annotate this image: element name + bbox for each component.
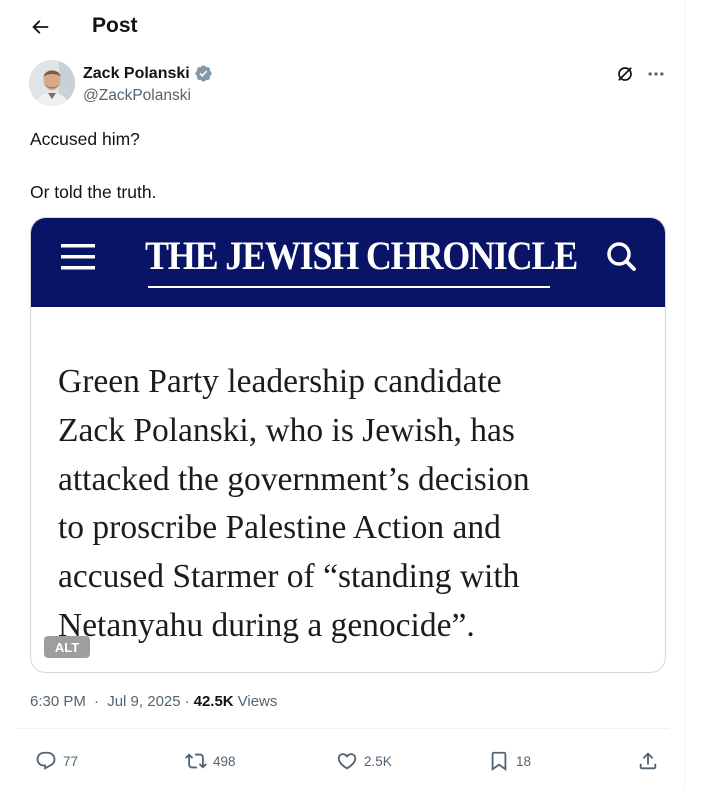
bookmark-count: 18	[516, 753, 532, 769]
post-timestamp[interactable]: 6:30 PM · Jul 9, 2025	[30, 693, 181, 710]
article-line: to proscribe Palestine Action and	[58, 509, 501, 547]
repost-count: 498	[213, 753, 236, 769]
post-date: Jul 9, 2025	[107, 693, 181, 710]
action-bar: 77 498 2.5K 18	[0, 744, 685, 778]
reply-count: 77	[63, 753, 79, 769]
author-name-row: Zack Polanski	[83, 64, 213, 83]
meta-separator: ·	[94, 693, 100, 710]
more-button[interactable]	[643, 63, 669, 85]
search-icon	[607, 242, 636, 271]
post-time: 6:30 PM	[30, 693, 86, 710]
grok-button[interactable]	[614, 63, 636, 85]
article-line: attacked the government’s decision	[58, 460, 530, 498]
article-line: Green Party leadership candidate	[58, 363, 502, 400]
views-label: Views	[237, 693, 278, 710]
post-paragraph: Or told the truth.	[30, 182, 157, 202]
author-handle[interactable]: @ZackPolanski	[83, 87, 191, 105]
post-detail-column: Post Zack Polanski @ZackPolanski Accused…	[0, 0, 685, 787]
post-author: Zack Polanski @ZackPolanski	[29, 60, 669, 110]
heart-icon	[337, 753, 357, 770]
more-horizontal-icon	[648, 72, 664, 76]
reply-button[interactable]: 77	[35, 744, 78, 778]
masthead-underline	[148, 286, 550, 288]
top-bar: Post	[0, 0, 685, 53]
share-button[interactable]	[637, 744, 659, 778]
bookmark-icon	[491, 751, 507, 772]
post-metadata: 6:30 PM · Jul 9, 2025 · 42.5K Views	[30, 693, 277, 710]
article-line: accused Starmer of “standing with	[58, 558, 520, 596]
repost-icon	[185, 753, 207, 769]
divider	[16, 728, 669, 729]
alt-text-badge[interactable]: ALT	[44, 636, 90, 658]
bookmark-button[interactable]: 18	[488, 744, 531, 778]
share-icon	[639, 752, 657, 770]
masthead-title: THE JEWISH CHRONICLE	[145, 233, 578, 278]
repost-button[interactable]: 498	[185, 744, 236, 778]
post-paragraph: Accused him?	[30, 129, 140, 149]
avatar[interactable]	[29, 60, 75, 106]
author-name[interactable]: Zack Polanski	[83, 65, 190, 83]
post-image[interactable]: THE JEWISH CHRONICLE Green Party leaders…	[30, 217, 666, 673]
reply-icon	[36, 751, 56, 770]
page-title: Post	[92, 14, 138, 37]
meta-separator: ·	[184, 693, 190, 710]
article-line: Netanyahu during a genocide”.	[58, 606, 475, 644]
grok-icon	[618, 67, 632, 81]
like-count: 2.5K	[364, 753, 392, 769]
hamburger-menu-icon	[61, 244, 95, 270]
masthead-bar: THE JEWISH CHRONICLE	[31, 218, 665, 307]
back-button[interactable]	[22, 11, 58, 43]
article-excerpt: Green Party leadership candidate Zack Po…	[58, 358, 648, 651]
like-button[interactable]: 2.5K	[336, 744, 392, 778]
post-text: Accused him? Or told the truth.	[30, 126, 660, 205]
verified-badge-icon	[195, 65, 212, 82]
article-line: Zack Polanski, who is Jewish, has	[58, 411, 515, 449]
views-count: 42.5K	[193, 693, 234, 710]
arrow-left-icon	[32, 20, 49, 34]
